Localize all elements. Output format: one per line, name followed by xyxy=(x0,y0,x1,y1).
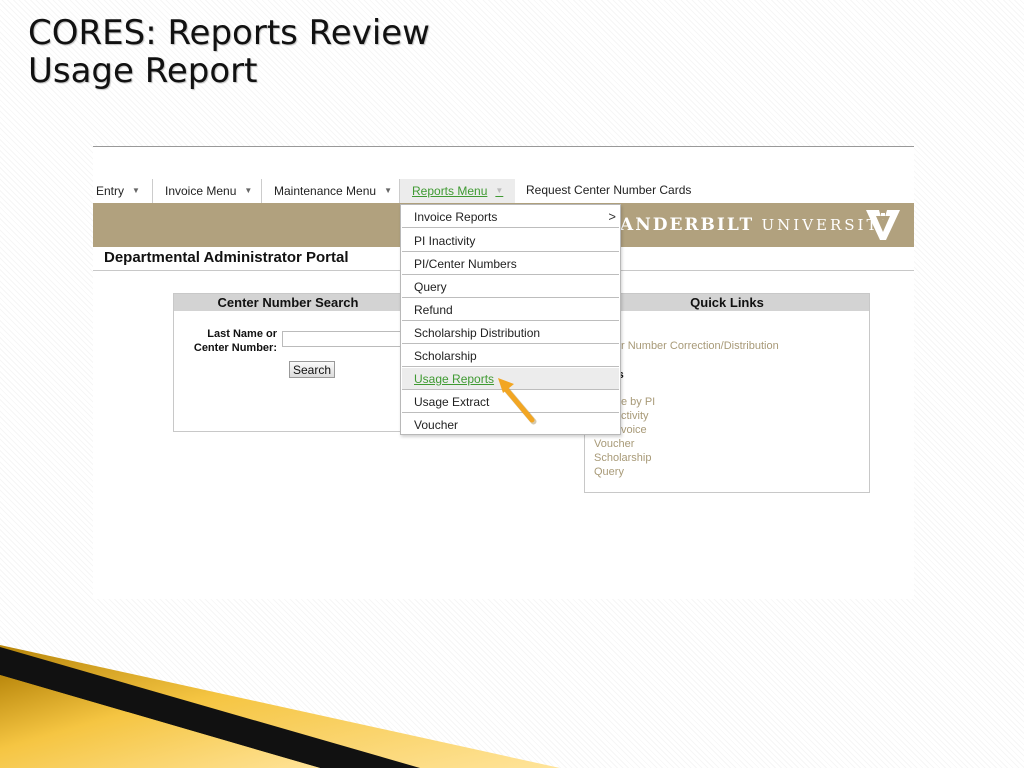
university-brand: ANDERBILT UNIVERSITY xyxy=(620,215,893,235)
quick-link[interactable]: e by PI xyxy=(621,396,655,409)
menu-item-invoice-menu[interactable]: Invoice Menu ▼ xyxy=(153,179,262,203)
menu-item-reports-menu[interactable]: Reports Menu ▼ xyxy=(400,179,515,203)
quick-link-voucher[interactable]: Voucher xyxy=(594,438,634,451)
slide-decoration xyxy=(0,645,560,768)
search-label: Last Name or Center Number: xyxy=(193,328,277,354)
quick-link-scholarship[interactable]: Scholarship xyxy=(594,452,651,465)
menu-item-maintenance-menu[interactable]: Maintenance Menu ▼ xyxy=(262,179,400,203)
panel-heading: Quick Links xyxy=(585,294,869,311)
center-number-search-panel: Center Number Search Last Name or Center… xyxy=(173,293,404,432)
menu-bar: Entry ▼ Invoice Menu ▼ Maintenance Menu ▼ R… xyxy=(93,179,914,203)
chevron-down-icon: ▼ xyxy=(132,186,140,195)
quick-link[interactable]: voice xyxy=(621,424,647,437)
dropdown-item-scholarship[interactable]: Scholarship xyxy=(402,345,619,367)
chevron-down-icon: ▼ xyxy=(244,186,253,195)
dropdown-item-scholarship-distribution[interactable]: Scholarship Distribution xyxy=(402,322,619,344)
dropdown-item-pi-center-numbers[interactable]: PI/Center Numbers xyxy=(402,253,619,275)
menu-item-request-center-number-cards[interactable]: Request Center Number Cards xyxy=(515,179,715,203)
dropdown-item-invoice-reports[interactable]: Invoice Reports > xyxy=(402,206,619,228)
dropdown-item-refund[interactable]: Refund xyxy=(402,299,619,321)
chevron-down-icon: ▼ xyxy=(495,186,504,195)
slide-title: CORES: Reports Review Usage Report xyxy=(28,14,430,90)
quick-link[interactable]: ctivity xyxy=(621,410,649,423)
slide-title-line1: CORES: Reports Review xyxy=(28,13,430,53)
slide-title-line2: Usage Report xyxy=(28,51,258,91)
embedded-screenshot: Entry ▼ Invoice Menu ▼ Maintenance Menu ▼ R… xyxy=(93,146,914,599)
orange-pointer-arrow-icon xyxy=(498,378,537,425)
dropdown-item-query[interactable]: Query xyxy=(402,276,619,298)
dropdown-item-pi-inactivity[interactable]: PI Inactivity xyxy=(402,230,619,252)
chevron-right-icon: > xyxy=(608,209,616,224)
quick-link-query[interactable]: Query xyxy=(594,466,624,479)
chevron-down-icon: ▼ xyxy=(384,186,392,195)
portal-title: Departmental Administrator Portal xyxy=(104,249,349,266)
quick-link[interactable]: r Number Correction/Distribution xyxy=(621,340,779,353)
quick-links-panel: Quick Links al r Number Correction/Distr… xyxy=(584,293,870,493)
center-number-input[interactable] xyxy=(282,331,404,347)
menu-item-entry[interactable]: Entry ▼ xyxy=(93,179,153,203)
vanderbilt-v-oak-leaf-icon xyxy=(866,210,900,240)
panel-heading: Center Number Search xyxy=(174,294,402,311)
search-button[interactable]: Search xyxy=(289,361,336,378)
